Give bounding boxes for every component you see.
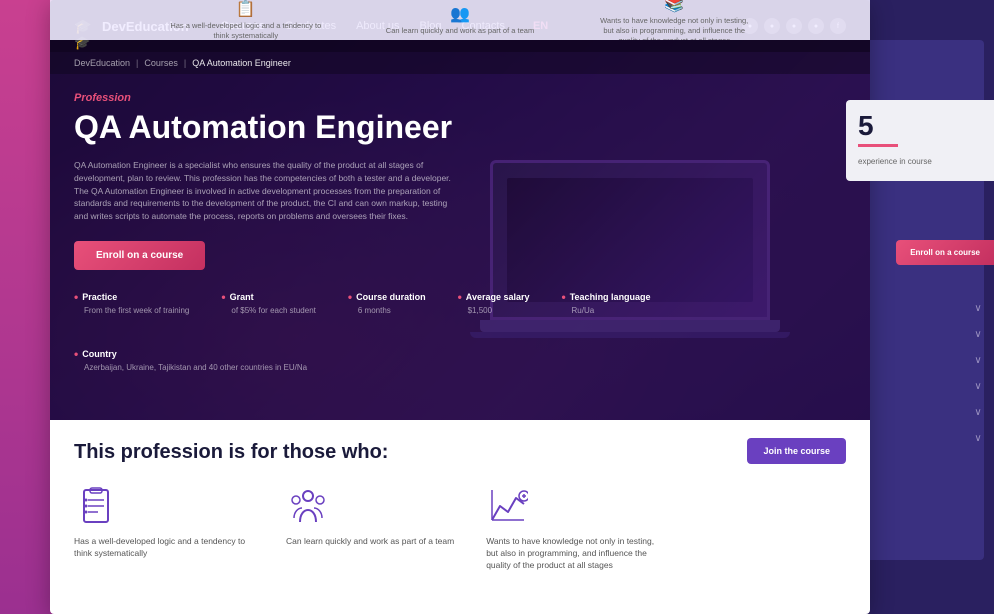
stats-row: Practice From the first week of training…: [50, 270, 870, 372]
stat-label-grant: Grant: [221, 290, 316, 304]
clipboard-list-icon: [76, 486, 116, 526]
enroll-button[interactable]: Enroll on a course: [74, 241, 205, 270]
chevron-4[interactable]: ∨: [966, 378, 990, 394]
stat-value-language: Ru/Ua: [562, 306, 651, 315]
breadcrumb-sep-1: |: [136, 58, 138, 68]
card-text-logic: Has a well-developed logic and a tendenc…: [74, 536, 254, 560]
top-strip: 📋 Has a well-developed logic and a tende…: [50, 0, 870, 40]
breadcrumb-home[interactable]: DevEducation: [74, 58, 130, 68]
stat-label-language: Teaching language: [562, 290, 651, 304]
strip-text-3: Wants to have knowledge not only in test…: [594, 16, 754, 40]
join-course-button[interactable]: Join the course: [747, 438, 846, 464]
stat-value-grant: of $5% for each student: [221, 306, 316, 315]
stat-label-duration: Course duration: [348, 290, 426, 304]
counter-bar: [858, 144, 898, 147]
hero-description: QA Automation Engineer is a specialist w…: [74, 159, 454, 223]
strip-item-3: 📚 Wants to have knowledge not only in te…: [594, 0, 754, 40]
stat-grant: Grant of $5% for each student: [221, 290, 316, 315]
main-wrapper: 🎓 DevEducation Courses Graduates About u…: [50, 0, 870, 614]
card-icon-team: [286, 484, 330, 528]
cards-row: Has a well-developed logic and a tendenc…: [74, 484, 846, 572]
profession-label: Profession: [74, 92, 846, 104]
card-logic: Has a well-developed logic and a tendenc…: [74, 484, 254, 572]
section-title: This profession is for those who:: [74, 440, 514, 464]
stat-salary: Average salary $1,500: [458, 290, 530, 315]
stat-label-salary: Average salary: [458, 290, 530, 304]
mountain-chart-icon: [488, 486, 528, 526]
strip-icon-3: 📚: [664, 0, 684, 14]
chevron-5[interactable]: ∨: [966, 404, 990, 420]
stat-label-practice: Practice: [74, 290, 189, 304]
stat-practice: Practice From the first week of training: [74, 290, 189, 315]
counter-number: 5: [858, 110, 874, 141]
card-text-knowledge: Wants to have knowledge not only in test…: [486, 536, 666, 572]
card-icon-knowledge: [486, 484, 530, 528]
breadcrumb-sep-2: |: [184, 58, 186, 68]
hero-content: Profession QA Automation Engineer QA Aut…: [50, 74, 870, 270]
strip-icon-1: 📋: [236, 0, 256, 19]
breadcrumb-courses[interactable]: Courses: [144, 58, 178, 68]
stat-value-country: Azerbaijan, Ukraine, Tajikistan and 40 o…: [74, 363, 307, 372]
sidebar-enroll-button[interactable]: Enroll on a course: [896, 240, 994, 265]
chevrons-list: ∨ ∨ ∨ ∨ ∨ ∨: [966, 300, 990, 446]
breadcrumb: DevEducation | Courses | QA Automation E…: [50, 52, 870, 74]
strip-text-1: Has a well-developed logic and a tendenc…: [166, 21, 326, 40]
hero-section: 🎓 DevEducation Courses Graduates About u…: [50, 0, 870, 420]
stat-label-country: Country: [74, 347, 307, 361]
people-group-icon: [288, 486, 328, 526]
stat-value-salary: $1,500: [458, 306, 530, 315]
stat-value-duration: 6 months: [348, 306, 426, 315]
stat-duration: Course duration 6 months: [348, 290, 426, 315]
strip-item-2: 👥 Can learn quickly and work as part of …: [386, 4, 534, 36]
chevron-1[interactable]: ∨: [966, 300, 990, 316]
stat-value-practice: From the first week of training: [74, 306, 189, 315]
card-knowledge: Wants to have knowledge not only in test…: [486, 484, 666, 572]
strip-text-2: Can learn quickly and work as part of a …: [386, 26, 534, 36]
stat-language: Teaching language Ru/Ua: [562, 290, 651, 315]
card-team: Can learn quickly and work as part of a …: [286, 484, 454, 572]
chevron-2[interactable]: ∨: [966, 326, 990, 342]
card-text-team: Can learn quickly and work as part of a …: [286, 536, 454, 548]
card-icon-logic: [74, 484, 118, 528]
hero-title: QA Automation Engineer: [74, 110, 494, 145]
strip-icon-2: 👥: [450, 4, 470, 24]
breadcrumb-current: QA Automation Engineer: [192, 58, 291, 68]
counter-text: experience in course: [858, 157, 932, 166]
sidebar-counter: 5 experience in course: [846, 100, 994, 181]
chevron-3[interactable]: ∨: [966, 352, 990, 368]
stat-country: Country Azerbaijan, Ukraine, Tajikistan …: [74, 347, 307, 372]
chevron-6[interactable]: ∨: [966, 430, 990, 446]
strip-item-1: 📋 Has a well-developed logic and a tende…: [166, 0, 326, 40]
white-section: Join the course This profession is for t…: [50, 420, 870, 614]
